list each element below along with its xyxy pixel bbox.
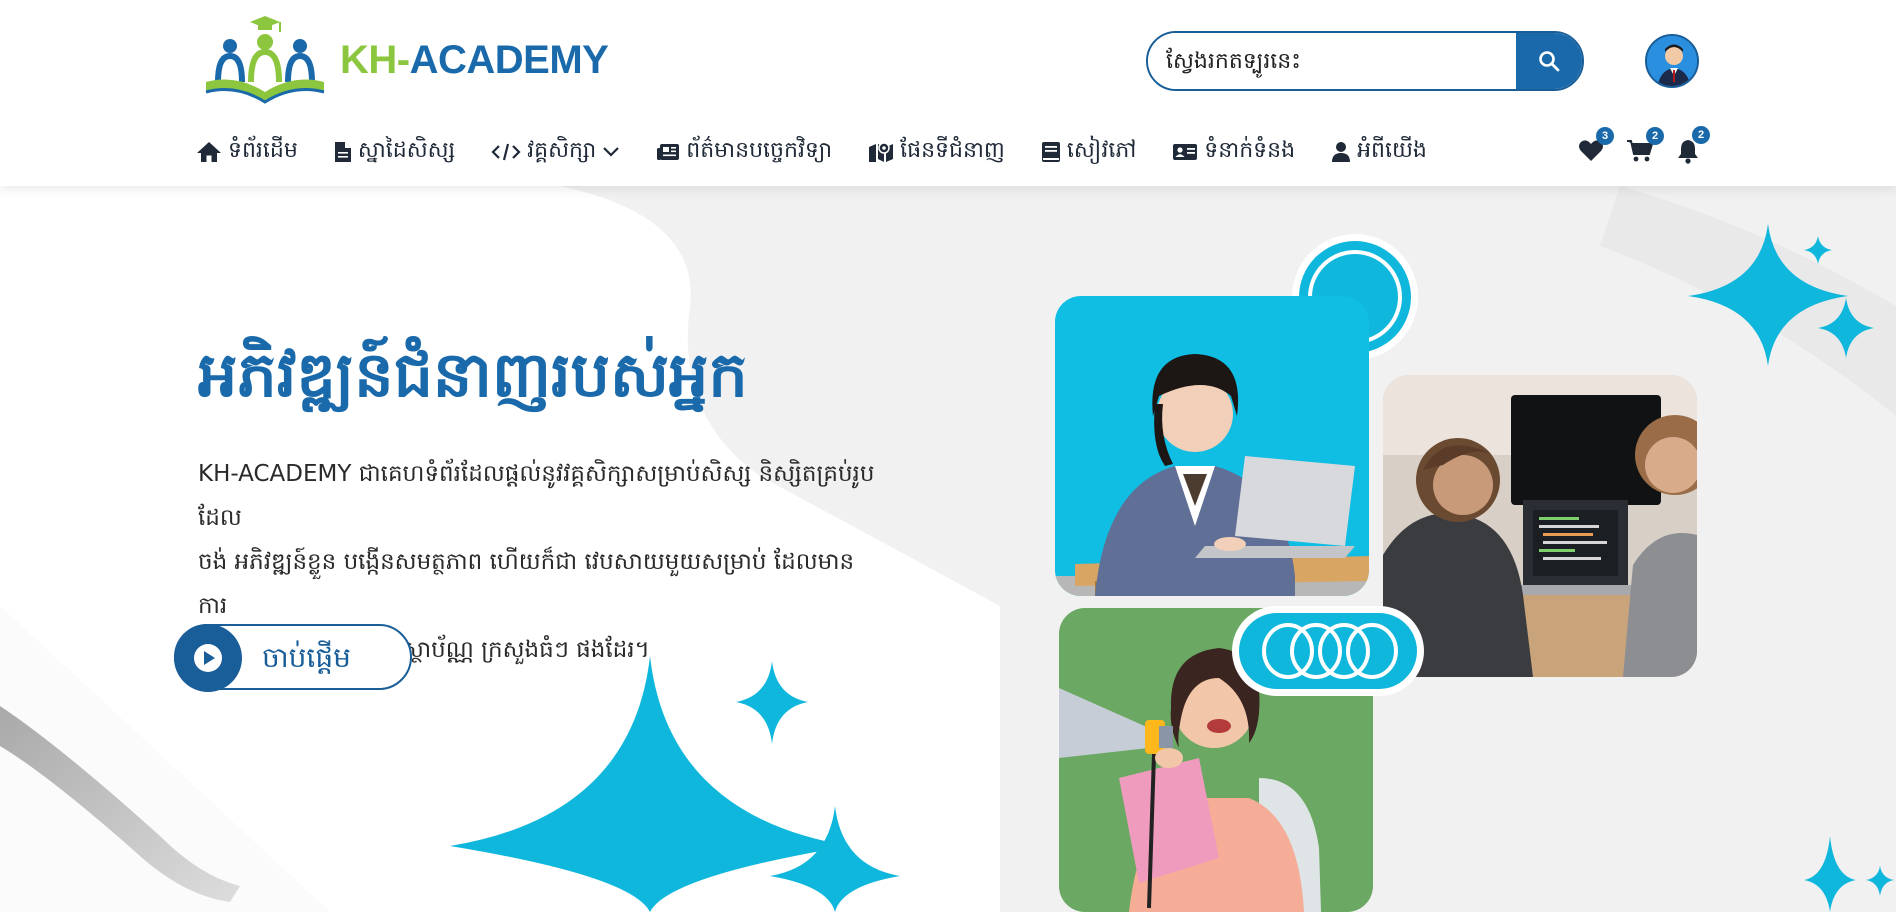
nav-item-books[interactable]: សៀវភៅ	[1041, 136, 1136, 168]
logo-prefix: KH-	[340, 37, 410, 82]
site-header: KH-ACADEMY ទំព័រដើម ស្នាដៃសិស្ស	[0, 0, 1896, 186]
hero-photo-student-laptop	[1055, 296, 1369, 596]
nav-item-about[interactable]: អំពីយើង	[1331, 136, 1427, 168]
get-started-button[interactable]: ចាប់ផ្តើម	[174, 624, 412, 692]
logo-name: ACADEMY	[409, 37, 609, 82]
logo-wordmark: KH-ACADEMY	[340, 37, 609, 83]
chevron-down-icon	[603, 147, 620, 157]
nav-label-contact: ទំនាក់ទំនង	[1204, 138, 1296, 163]
play-icon-wrap	[174, 624, 242, 692]
nav-label-student-work: ស្នាដៃសិស្ស	[357, 138, 456, 163]
play-icon	[194, 644, 222, 672]
document-icon	[334, 142, 351, 162]
nav-item-courses[interactable]: វគ្គសិក្សា	[491, 136, 620, 168]
search-button[interactable]	[1516, 33, 1582, 89]
get-started-label: ចាប់ផ្តើម	[262, 641, 351, 674]
notifications-badge: 2	[1692, 126, 1710, 144]
nav-label-tech-news: ព័ត៌មានបច្ចេកវិទ្យា	[686, 138, 833, 163]
nav-label-courses: វគ្គសិក្សា	[527, 138, 597, 163]
search-bar	[1146, 31, 1584, 91]
nav-item-contact[interactable]: ទំនាក់ទំនង	[1172, 136, 1295, 168]
nav-label-home: ទំព័រដើម	[228, 138, 298, 163]
site-logo[interactable]: KH-ACADEMY	[200, 12, 609, 108]
cart-button[interactable]: 2	[1626, 127, 1664, 167]
home-icon	[197, 142, 221, 162]
user-icon	[1332, 142, 1351, 162]
nav-item-student-work[interactable]: ស្នាដៃសិស្ស	[334, 136, 455, 168]
decor-rings-pill	[1232, 606, 1424, 696]
wishlist-button[interactable]: 3	[1578, 127, 1614, 167]
nav-item-home[interactable]: ទំព័រដើម	[196, 136, 298, 168]
search-input[interactable]	[1148, 33, 1516, 89]
nav-item-tech-news[interactable]: ព័ត៌មានបច្ចេកវិទ្យា	[656, 136, 832, 168]
hero-section: អភិវឌ្ឍន៍ជំនាញរបស់អ្នក KH-ACADEMY ជាគេហទ…	[0, 186, 1896, 912]
hero-title: អភិវឌ្ឍន៍ជំនាញរបស់អ្នក	[198, 338, 748, 411]
wishlist-badge: 3	[1596, 127, 1614, 145]
map-icon	[869, 142, 894, 162]
nav-label-books: សៀវភៅ	[1066, 138, 1137, 163]
nav-item-skill-map[interactable]: ផែនទីជំនាញ	[868, 136, 1005, 168]
main-nav: ទំព័រដើម ស្នាដៃសិស្ស វគ្គសិក្សា ព័ត៌មានប…	[196, 132, 1463, 172]
nav-label-skill-map: ផែនទីជំនាញ	[900, 138, 1005, 163]
hero-description-line: KH-ACADEMY ជាគេហទំព័រដែលផ្តល់នូវវគ្គសិក្…	[198, 461, 875, 531]
avatar-photo	[1647, 36, 1697, 86]
cart-badge: 2	[1646, 127, 1664, 145]
logo-icon	[205, 16, 325, 104]
user-avatar[interactable]	[1645, 34, 1699, 88]
search-icon	[1539, 51, 1560, 72]
notifications-button[interactable]: 2	[1676, 126, 1710, 168]
newspaper-icon	[657, 144, 680, 160]
hero-photo-coding-team	[1383, 375, 1697, 677]
nav-label-about: អំពីយើង	[1357, 138, 1427, 163]
hero-description-line: ចង់ អភិវឌ្ឍន៍ខ្លួន បង្កើនសមត្ថភាព ហើយក៏ជ…	[198, 549, 855, 619]
header-tools: 3 2 2	[1578, 126, 1710, 168]
book-icon	[1041, 142, 1060, 162]
code-icon	[491, 143, 521, 161]
contact-card-icon	[1173, 144, 1198, 160]
